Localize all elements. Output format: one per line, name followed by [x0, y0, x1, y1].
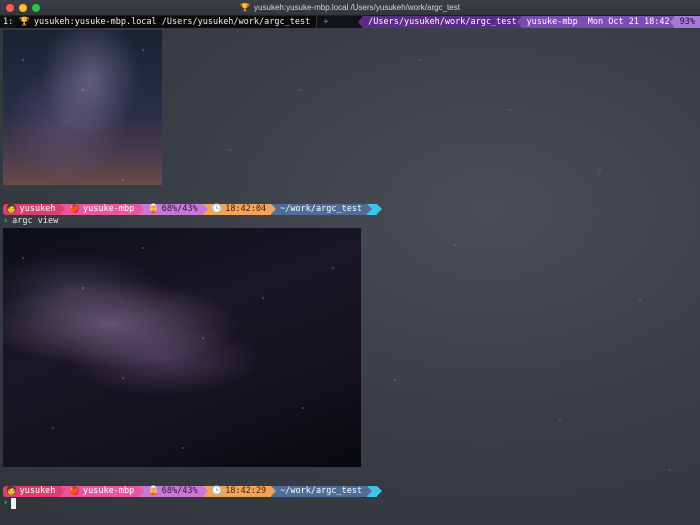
prompt-host-text: yusuke-mbp: [83, 204, 135, 214]
tmux-status-right: /Users/yusukeh/work/argc_test yusuke-mbp…: [358, 16, 700, 28]
elf-icon: 🧝: [148, 204, 159, 214]
window-title: 🏆 yusukeh:yusuke-mbp.local /Users/yusuke…: [240, 3, 460, 12]
command-text: argc view: [12, 216, 59, 226]
tmux-status-bar: 1: 🏆 yusukeh:yusuke-mbp.local /Users/yus…: [0, 16, 700, 28]
close-button[interactable]: [6, 4, 14, 12]
terminal-window: 🏆 yusukeh:yusuke-mbp.local /Users/yusuke…: [0, 0, 700, 525]
milky-way-thumbnail-image: [3, 30, 162, 185]
apple-icon: 🍎: [69, 204, 81, 214]
clock-icon: 🕒: [211, 204, 223, 214]
apple-icon: 🍎: [69, 486, 81, 496]
prompt-user: 🧑 yusukeh: [3, 204, 66, 215]
shell-prompt: 🧑 yusukeh 🍎 yusuke-mbp 🧝 68%/43% 🕒 18:42…: [3, 486, 383, 497]
prompt-time: 🕒 18:42:29: [202, 486, 276, 497]
prompt-host: 🍎 yusuke-mbp: [60, 204, 144, 215]
tmux-window-label: yusukeh:yusuke-mbp.local /Users/yusukeh/…: [33, 17, 311, 27]
title-bar: 🏆 yusukeh:yusuke-mbp.local /Users/yusuke…: [0, 0, 700, 16]
prompt-time-text: 18:42:04: [225, 204, 267, 214]
input-line[interactable]: ›: [3, 498, 17, 509]
minimize-button[interactable]: [19, 4, 27, 12]
status-path: /Users/yusukeh/work/argc_test: [358, 16, 522, 28]
clock-icon: 🕒: [211, 486, 223, 496]
prompt-dir: ~/work/argc_test: [271, 486, 372, 497]
maximize-button[interactable]: [32, 4, 40, 12]
prompt-user-text: yusukeh: [19, 486, 56, 496]
status-battery: 93%: [669, 16, 700, 28]
prompt-chevron-icon: ›: [3, 216, 9, 226]
trophy-icon: 🏆: [19, 17, 30, 27]
status-host: yusuke-mbp: [516, 16, 583, 28]
prompt-time-text: 18:42:29: [225, 486, 267, 496]
user-icon: 🧑: [6, 204, 17, 214]
prompt-resources: 🧝 68%/43%: [139, 486, 209, 497]
prompt-chevron-icon: ›: [3, 498, 9, 508]
tmux-window-index: 1:: [3, 17, 14, 27]
shell-prompt: 🧑 yusukeh 🍎 yusuke-mbp 🧝 68%/43% 🕒 18:42…: [3, 204, 383, 215]
prompt-resources-text: 68%/43%: [161, 486, 198, 496]
elf-icon: 🧝: [148, 486, 159, 496]
prompt-user: 🧑 yusukeh: [3, 486, 66, 497]
prompt-dir-text: ~/work/argc_test: [280, 486, 363, 496]
user-icon: 🧑: [6, 486, 17, 496]
text-cursor: [11, 498, 17, 509]
command-line: › argc view: [3, 216, 58, 227]
window-title-text: yusukeh:yusuke-mbp.local /Users/yusukeh/…: [254, 3, 460, 12]
prompt-time: 🕒 18:42:04: [202, 204, 276, 215]
prompt-resources-text: 68%/43%: [161, 204, 198, 214]
prompt-user-text: yusukeh: [19, 204, 56, 214]
prompt-dir-text: ~/work/argc_test: [280, 204, 363, 214]
traffic-lights: [6, 4, 40, 12]
prompt-host-text: yusuke-mbp: [83, 486, 135, 496]
prompt-dir: ~/work/argc_test: [271, 204, 372, 215]
status-datetime: Mon Oct 21 18:42: [577, 16, 675, 28]
trophy-icon: 🏆: [240, 3, 251, 12]
milky-way-output-image: [3, 228, 361, 467]
prompt-resources: 🧝 68%/43%: [139, 204, 209, 215]
new-tab-button[interactable]: +: [317, 16, 334, 28]
tmux-window-tab[interactable]: 🏆 yusukeh:yusuke-mbp.local /Users/yusuke…: [15, 16, 318, 28]
prompt-host: 🍎 yusuke-mbp: [60, 486, 144, 497]
